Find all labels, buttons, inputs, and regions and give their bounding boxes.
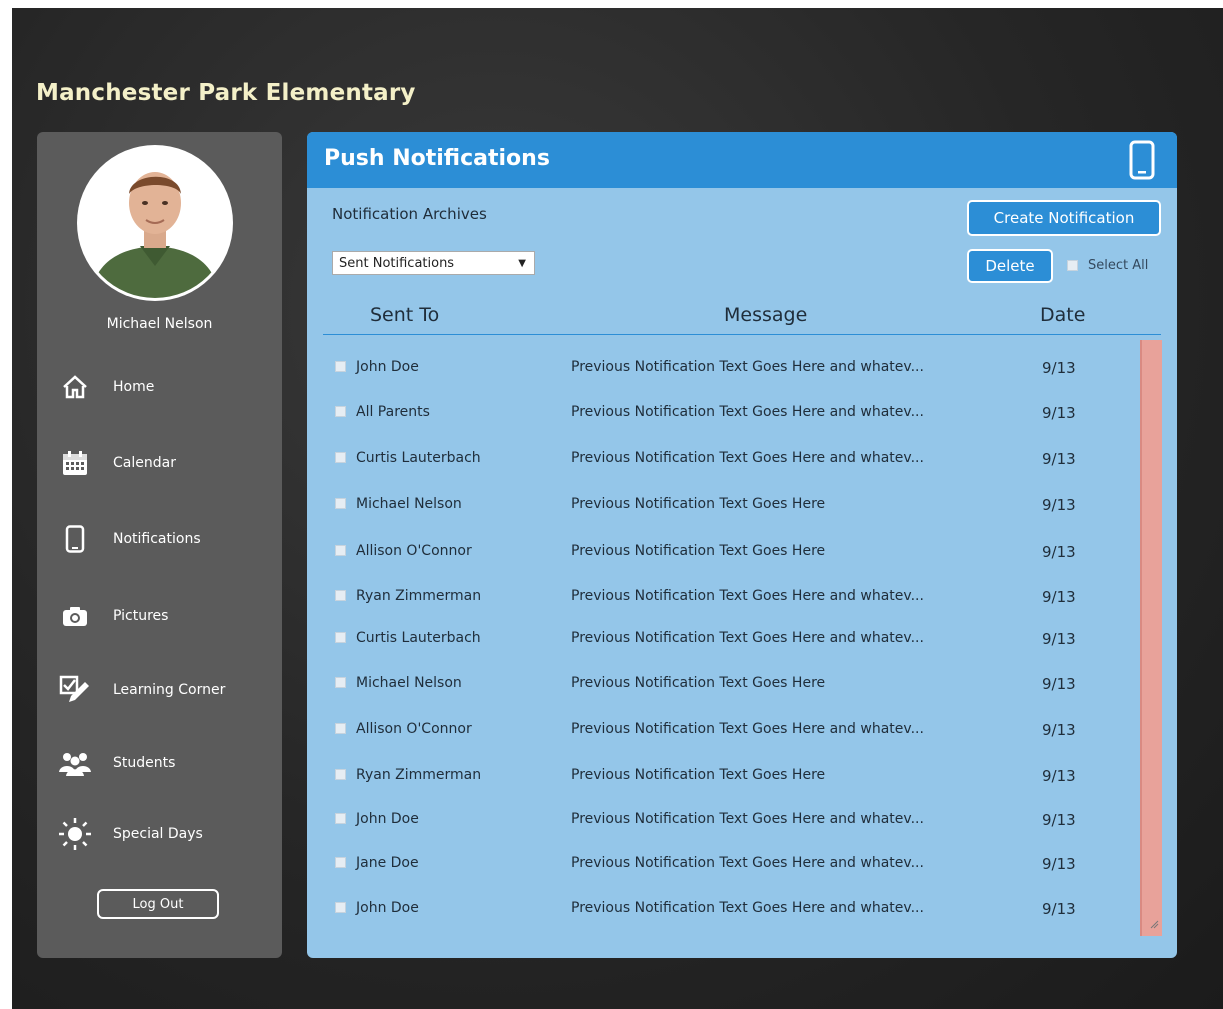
row-date: 9/13 (1042, 404, 1076, 422)
row-sent-to: Curtis Lauterbach (356, 450, 481, 466)
row-message: Previous Notification Text Goes Here (571, 675, 826, 691)
row-date: 9/13 (1042, 450, 1076, 468)
sidebar-item-label: Special Days (113, 826, 203, 842)
row-date: 9/13 (1042, 721, 1076, 739)
table-row[interactable]: John Doe Previous Notification Text Goes… (307, 353, 1137, 383)
sidebar-item-pictures[interactable]: Pictures (57, 596, 267, 636)
row-checkbox[interactable] (335, 452, 346, 463)
user-photo-icon (80, 148, 230, 298)
row-sent-to: John Doe (356, 900, 419, 916)
row-message: Previous Notification Text Goes Here and… (571, 404, 924, 420)
row-message: Previous Notification Text Goes Here and… (571, 588, 924, 604)
chalkboard-background: Manchester Park Elementary Michael Nelso… (12, 8, 1223, 1009)
row-message: Previous Notification Text Goes Here and… (571, 630, 924, 646)
row-checkbox[interactable] (335, 902, 346, 913)
sidebar-item-learning-corner[interactable]: Learning Corner (57, 670, 267, 710)
notifications-table: John Doe Previous Notification Text Goes… (307, 132, 1177, 958)
row-sent-to: John Doe (356, 359, 419, 375)
logout-button[interactable]: Log Out (97, 889, 219, 919)
row-date: 9/13 (1042, 900, 1076, 918)
row-date: 9/13 (1042, 855, 1076, 873)
table-row[interactable]: Michael Nelson Previous Notification Tex… (307, 490, 1137, 520)
row-date: 9/13 (1042, 543, 1076, 561)
user-name: Michael Nelson (106, 316, 213, 332)
checklist-pencil-icon (57, 675, 93, 705)
row-message: Previous Notification Text Goes Here (571, 543, 826, 559)
notifications-panel: Push Notifications Notification Archives… (307, 132, 1177, 958)
row-checkbox[interactable] (335, 406, 346, 417)
table-scrollbar[interactable] (1140, 340, 1162, 936)
row-sent-to: All Parents (356, 404, 430, 420)
row-message: Previous Notification Text Goes Here (571, 767, 826, 783)
row-checkbox[interactable] (335, 632, 346, 643)
table-row[interactable]: Curtis Lauterbach Previous Notification … (307, 444, 1137, 474)
table-row[interactable]: Ryan Zimmerman Previous Notification Tex… (307, 761, 1137, 791)
row-date: 9/13 (1042, 359, 1076, 377)
table-row[interactable]: John Doe Previous Notification Text Goes… (307, 805, 1137, 835)
row-sent-to: Michael Nelson (356, 675, 462, 691)
phone-icon (57, 524, 93, 554)
table-row[interactable]: Allison O'Connor Previous Notification T… (307, 715, 1137, 745)
sidebar-item-special-days[interactable]: Special Days (57, 814, 267, 854)
sidebar-item-label: Learning Corner (113, 682, 226, 698)
row-message: Previous Notification Text Goes Here and… (571, 900, 924, 916)
row-sent-to: Ryan Zimmerman (356, 767, 482, 783)
sidebar-item-label: Notifications (113, 531, 201, 547)
table-row[interactable]: Allison O'Connor Previous Notification T… (307, 537, 1137, 567)
table-row[interactable]: Michael Nelson Previous Notification Tex… (307, 669, 1137, 699)
sidebar-item-label: Home (113, 379, 155, 395)
row-checkbox[interactable] (335, 677, 346, 688)
row-date: 9/13 (1042, 811, 1076, 829)
table-row[interactable]: Curtis Lauterbach Previous Notification … (307, 624, 1137, 654)
table-row[interactable]: Ryan Zimmerman Previous Notification Tex… (307, 582, 1137, 612)
sidebar-item-home[interactable]: Home (57, 367, 267, 407)
row-checkbox[interactable] (335, 361, 346, 372)
sidebar-item-label: Calendar (113, 455, 176, 471)
school-title: Manchester Park Elementary (36, 80, 416, 106)
camera-icon (57, 601, 93, 631)
row-checkbox[interactable] (335, 590, 346, 601)
row-checkbox[interactable] (335, 857, 346, 868)
sidebar-item-label: Pictures (113, 608, 169, 624)
home-icon (57, 372, 93, 402)
row-message: Previous Notification Text Goes Here and… (571, 855, 924, 871)
people-icon (57, 748, 93, 778)
table-row[interactable]: All Parents Previous Notification Text G… (307, 398, 1137, 428)
row-checkbox[interactable] (335, 498, 346, 509)
row-message: Previous Notification Text Goes Here and… (571, 450, 924, 466)
row-date: 9/13 (1042, 675, 1076, 693)
sidebar-item-students[interactable]: Students (57, 743, 267, 783)
row-sent-to: John Doe (356, 811, 419, 827)
sun-icon (57, 818, 93, 850)
table-row[interactable]: Jane Doe Previous Notification Text Goes… (307, 849, 1137, 879)
row-date: 9/13 (1042, 588, 1076, 606)
row-sent-to: Jane Doe (356, 855, 419, 871)
row-checkbox[interactable] (335, 723, 346, 734)
row-sent-to: Michael Nelson (356, 496, 462, 512)
table-row[interactable]: John Doe Previous Notification Text Goes… (307, 894, 1137, 924)
row-date: 9/13 (1042, 767, 1076, 785)
row-date: 9/13 (1042, 496, 1076, 514)
row-message: Previous Notification Text Goes Here and… (571, 721, 924, 737)
row-message: Previous Notification Text Goes Here (571, 496, 826, 512)
row-date: 9/13 (1042, 630, 1076, 648)
resize-grip-icon[interactable] (1149, 914, 1159, 933)
row-sent-to: Ryan Zimmerman (356, 588, 482, 604)
row-checkbox[interactable] (335, 813, 346, 824)
avatar[interactable] (80, 148, 230, 298)
row-checkbox[interactable] (335, 545, 346, 556)
row-sent-to: Allison O'Connor (356, 543, 472, 559)
sidebar-item-label: Students (113, 755, 176, 771)
calendar-icon (57, 448, 93, 478)
row-checkbox[interactable] (335, 769, 346, 780)
row-message: Previous Notification Text Goes Here and… (571, 811, 924, 827)
row-sent-to: Allison O'Connor (356, 721, 472, 737)
row-message: Previous Notification Text Goes Here and… (571, 359, 924, 375)
sidebar: Michael Nelson Home Calendar Notificatio… (37, 132, 282, 958)
sidebar-item-calendar[interactable]: Calendar (57, 443, 267, 483)
sidebar-item-notifications[interactable]: Notifications (57, 519, 267, 559)
row-sent-to: Curtis Lauterbach (356, 630, 481, 646)
